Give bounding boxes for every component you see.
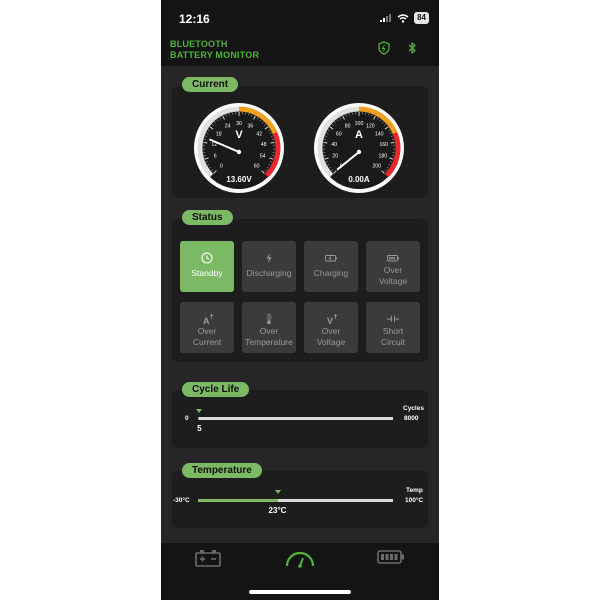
- voltage-readout: 13.60V: [226, 175, 252, 184]
- home-indicator[interactable]: [249, 590, 351, 594]
- app-header: BLUETOOTH BATTERY MONITOR: [161, 36, 439, 66]
- status-tile-discharging[interactable]: Discharging: [242, 241, 296, 292]
- phone-screen: 12:16 84 BLUETOOTH BATTERY MONITOR Curre…: [161, 0, 439, 600]
- status-tile-over-voltage[interactable]: Over Voltage: [366, 241, 420, 292]
- battery-icon: 84: [414, 12, 429, 24]
- status-tile-over-voltage[interactable]: V Over Voltage: [304, 302, 358, 353]
- status-tile-over-temperature[interactable]: Over Temperature: [242, 302, 296, 353]
- voltage-tick-label: 60: [254, 164, 260, 170]
- status-bar: 12:16 84: [161, 0, 439, 36]
- current-tick-label: 20: [332, 154, 338, 160]
- voltage-tick-label: 0: [220, 164, 223, 170]
- volt-up-icon: V: [327, 313, 338, 326]
- wifi-icon: [397, 13, 409, 23]
- current-tick-label: 80: [345, 124, 351, 130]
- cycle-min-label: 0: [185, 415, 189, 422]
- svg-text:A: A: [203, 316, 210, 326]
- voltage-tick: [270, 141, 275, 144]
- status-tile-label: Over Voltage: [378, 265, 408, 286]
- svg-text:V: V: [327, 316, 333, 326]
- battery-full-icon: [387, 255, 399, 262]
- amp-up-icon: A: [203, 313, 214, 326]
- car-battery-icon[interactable]: [194, 549, 222, 567]
- status-tile-label: Over Current: [192, 326, 222, 347]
- signal-icon: [380, 14, 392, 22]
- status-tile-label: Over Voltage: [316, 326, 346, 347]
- current-tick-label: 100: [355, 121, 364, 127]
- voltage-tick: [203, 141, 208, 144]
- voltage-tick-label: 24: [225, 124, 231, 130]
- voltage-unit-symbol: V: [235, 129, 243, 141]
- battery-charging-icon: [325, 255, 337, 262]
- current-tick-label: 40: [331, 142, 337, 148]
- temp-min-label: -30°C: [173, 497, 190, 504]
- current-tick-label: 120: [366, 124, 375, 130]
- battery-level-icon[interactable]: [377, 549, 405, 565]
- voltage-needle-hub: [236, 149, 242, 155]
- bluetooth-icon[interactable]: [405, 41, 419, 55]
- current-section-label: Current: [182, 77, 239, 92]
- temp-marker: [274, 490, 281, 494]
- thermometer-icon: [267, 313, 272, 325]
- temperature-section-label: Temperature: [182, 463, 262, 478]
- cycle-life-section-label: Cycle Life: [182, 382, 250, 397]
- current-tick: [390, 141, 395, 144]
- status-tile-label: Standby: [191, 268, 223, 278]
- cycle-track-fill: [198, 417, 200, 420]
- cycle-marker: [196, 409, 203, 413]
- voltage-gauge: 06121824 30 3642485460V: [194, 103, 284, 193]
- voltage-tick-label: 36: [247, 124, 253, 130]
- current-tick-label: 60: [336, 131, 342, 137]
- status-section-label: Status: [182, 210, 233, 225]
- voltage-tick-label: 48: [261, 142, 267, 148]
- current-tick-label: 200: [372, 164, 381, 170]
- lightning-icon: [266, 253, 272, 263]
- current-unit-symbol: A: [355, 129, 363, 141]
- temp-unit-label: Temp: [406, 487, 423, 494]
- temp-track-fill: [198, 499, 278, 502]
- clock-icon: [201, 252, 213, 264]
- voltage-tick-label: 54: [260, 154, 266, 160]
- voltage-tick-label: 18: [216, 131, 222, 137]
- short-circuit-icon: [387, 316, 399, 322]
- shield-icon[interactable]: [377, 41, 391, 55]
- status-tile-standby[interactable]: Standby: [180, 241, 234, 292]
- cycle-value: 5: [197, 424, 202, 433]
- cycle-max-label: 8000: [404, 415, 419, 422]
- clock: 12:16: [179, 12, 210, 26]
- gauge-icon[interactable]: [284, 549, 316, 569]
- page-title: BLUETOOTH BATTERY MONITOR: [170, 39, 260, 60]
- current-tick-label: 140: [375, 131, 384, 137]
- current-tick-label: 160: [379, 142, 388, 148]
- temp-max-label: 100°C: [405, 497, 424, 504]
- current-readout: 0.00A: [348, 175, 370, 184]
- cycle-unit-label: Cycles: [403, 405, 424, 412]
- status-tile-label: Over Temperature: [245, 326, 293, 347]
- status-tile-charging[interactable]: Charging: [304, 241, 358, 292]
- voltage-tick-label: 30: [236, 121, 242, 127]
- current-gauge: 020406080100120140160180200A: [314, 103, 404, 193]
- temp-value: 23°C: [268, 506, 287, 515]
- current-tick: [323, 141, 328, 144]
- voltage-tick-label: 42: [256, 131, 262, 137]
- status-tile-short-circuit[interactable]: Short Circuit: [366, 302, 420, 353]
- cycle-track: [198, 417, 393, 420]
- status-tile-label: Discharging: [246, 268, 292, 278]
- status-tile-label: Short Circuit: [380, 326, 406, 347]
- voltage-tick-label: 6: [214, 154, 217, 160]
- current-needle-hub: [356, 149, 362, 155]
- status-tile-label: Charging: [313, 268, 349, 278]
- current-tick-label: 180: [378, 154, 387, 160]
- status-tile-over-current[interactable]: A Over Current: [180, 302, 234, 353]
